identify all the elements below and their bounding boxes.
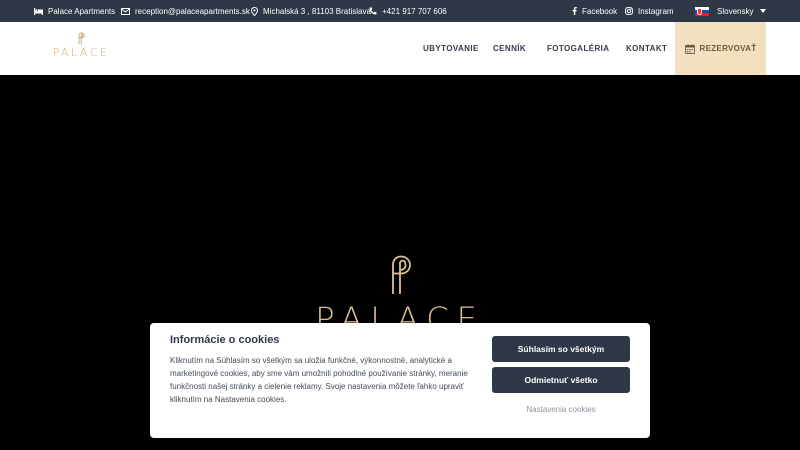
reject-all-button[interactable]: Odmietnuť všetko: [492, 367, 630, 393]
main-navigation: PALACE UBYTOVANIE CENNÍK FOTOGALÉRIA KON…: [0, 22, 800, 75]
instagram-text: Instagram: [638, 6, 674, 16]
calendar-icon: [684, 43, 695, 54]
instagram-link[interactable]: Instagram: [625, 0, 674, 22]
language-selector[interactable]: Slovensky: [695, 0, 767, 22]
brand-info: Palace Apartments: [34, 0, 115, 22]
nav-fotogaleria[interactable]: FOTOGALÉRIA: [547, 22, 609, 75]
cookie-title: Informácie o cookies: [170, 334, 280, 346]
address-text: Michalská 3 , 81103 Bratislava: [263, 6, 371, 16]
map-pin-icon: [251, 6, 258, 16]
palace-logo-icon: [392, 255, 411, 294]
nav-ubytovanie[interactable]: UBYTOVANIE: [423, 22, 479, 75]
email-link[interactable]: reception@palaceapartments.sk: [121, 0, 250, 22]
envelope-icon: [121, 7, 130, 15]
brand-name: Palace Apartments: [48, 6, 116, 16]
address-info: Michalská 3 , 81103 Bratislava: [251, 0, 371, 22]
nav-kontakt[interactable]: KONTAKT: [626, 22, 667, 75]
cookie-settings-link[interactable]: Nastavenia cookies: [492, 405, 630, 414]
accept-all-button[interactable]: Súhlasím so všetkým: [492, 336, 630, 362]
email-text: reception@palaceapartments.sk: [135, 6, 250, 16]
phone-icon: [369, 7, 377, 15]
phone-link[interactable]: +421 917 707 606: [369, 0, 447, 22]
language-label: Slovensky: [717, 6, 754, 16]
facebook-icon: [572, 7, 577, 15]
phone-text: +421 917 707 606: [382, 6, 447, 16]
top-info-bar: Palace Apartments reception@palaceapartm…: [0, 0, 800, 22]
instagram-icon: [625, 7, 633, 15]
cookie-description: Kliknutím na Súhlasím so všetkým sa ulož…: [170, 356, 468, 404]
logo-wordmark: PALACE: [52, 46, 110, 59]
facebook-text: Facebook: [582, 6, 618, 16]
bed-icon: [34, 7, 43, 15]
cookie-consent-dialog: Informácie o cookies Kliknutím na Súhlas…: [150, 323, 650, 438]
reserve-label: REZERVOVAŤ: [699, 44, 757, 53]
palace-logo-icon: [78, 32, 85, 45]
site-logo[interactable]: PALACE: [52, 32, 110, 62]
nav-cennik[interactable]: CENNÍK: [493, 22, 526, 75]
reserve-button[interactable]: REZERVOVAŤ: [675, 22, 766, 75]
chevron-down-icon: [760, 9, 767, 13]
slovak-flag-icon: [695, 6, 709, 16]
facebook-link[interactable]: Facebook: [572, 0, 617, 22]
